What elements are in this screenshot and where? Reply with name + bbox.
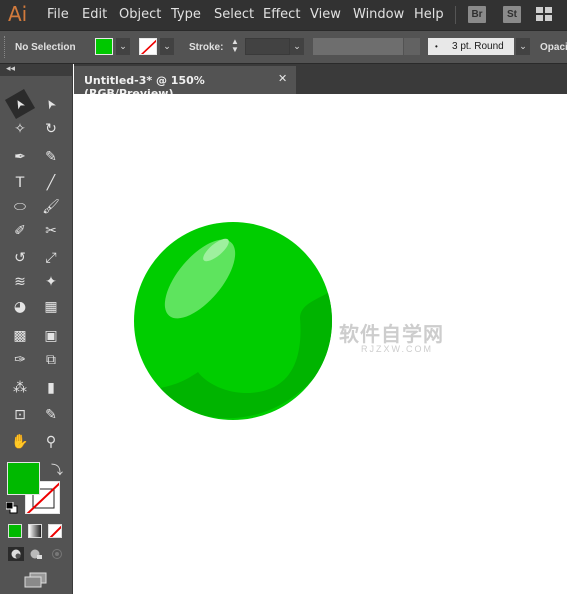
watermark-text: 软件自学网 [339, 322, 444, 346]
watermark-url: RJZXW.COM [361, 344, 433, 354]
sphere-artwork[interactable] [0, 0, 567, 594]
